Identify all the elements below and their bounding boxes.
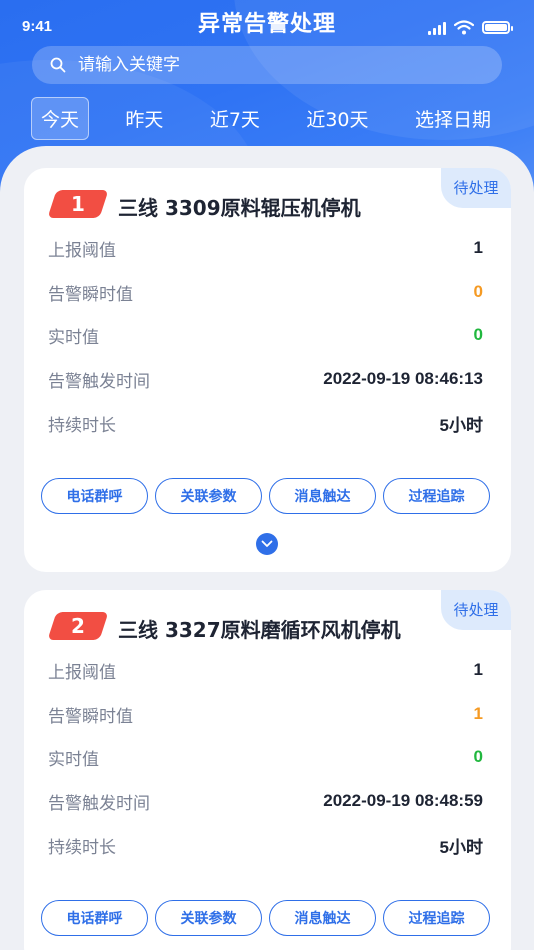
process-tracking-button[interactable]: 过程追踪 — [383, 478, 490, 514]
field-value: 1 — [473, 704, 483, 723]
field-label: 告警触发时间 — [48, 793, 150, 814]
field-row: 告警触发时间 2022-09-19 08:48:59 — [48, 789, 483, 814]
phone-group-call-button[interactable]: 电话群呼 — [41, 478, 148, 514]
search-bar[interactable] — [32, 46, 502, 84]
related-params-button[interactable]: 关联参数 — [155, 900, 262, 936]
alert-card[interactable]: 待处理 2 三线 3327原料磨循环风机停机 上报阈值 1 告警瞬时值 1 实时… — [24, 590, 511, 950]
field-row: 实时值 0 — [48, 745, 483, 770]
search-input[interactable] — [78, 55, 458, 75]
tab-last-30-days[interactable]: 近30天 — [296, 97, 378, 140]
tab-yesterday[interactable]: 昨天 — [115, 97, 173, 140]
alert-index: 2 — [71, 614, 85, 638]
alert-index: 1 — [71, 192, 85, 216]
field-label: 告警瞬时值 — [48, 706, 133, 727]
field-value: 1 — [473, 660, 483, 679]
expand-button[interactable] — [256, 533, 278, 555]
field-value: 5小时 — [439, 837, 483, 857]
chevron-down-icon — [261, 540, 273, 547]
field-value: 0 — [473, 282, 483, 301]
alert-index-badge: 2 — [47, 612, 109, 640]
field-label: 持续时长 — [48, 837, 116, 858]
action-buttons: 电话群呼 关联参数 消息触达 过程追踪 — [41, 478, 490, 514]
alert-title: 三线 3309原料辊压机停机 — [118, 196, 361, 220]
field-row: 上报阈值 1 — [48, 236, 483, 261]
field-value: 2022-09-19 08:48:59 — [323, 791, 483, 810]
status-badge: 待处理 — [441, 590, 511, 630]
process-tracking-button[interactable]: 过程追踪 — [383, 900, 490, 936]
field-label: 实时值 — [48, 749, 99, 770]
field-value: 5小时 — [439, 415, 483, 435]
field-value: 0 — [473, 747, 483, 766]
tab-select-date[interactable]: 选择日期 — [405, 97, 501, 140]
alert-card[interactable]: 待处理 1 三线 3309原料辊压机停机 上报阈值 1 告警瞬时值 0 实时值 … — [24, 168, 511, 572]
field-label: 告警瞬时值 — [48, 284, 133, 305]
phone-group-call-button[interactable]: 电话群呼 — [41, 900, 148, 936]
field-label: 上报阈值 — [48, 240, 116, 261]
message-reach-button[interactable]: 消息触达 — [269, 478, 376, 514]
field-value: 2022-09-19 08:46:13 — [323, 369, 483, 388]
action-buttons: 电话群呼 关联参数 消息触达 过程追踪 — [41, 900, 490, 936]
tab-last-7-days[interactable]: 近7天 — [200, 97, 270, 140]
field-label: 告警触发时间 — [48, 371, 150, 392]
field-value: 1 — [473, 238, 483, 257]
field-label: 持续时长 — [48, 415, 116, 436]
alert-title: 三线 3327原料磨循环风机停机 — [118, 618, 401, 642]
field-row: 上报阈值 1 — [48, 658, 483, 683]
field-row: 告警触发时间 2022-09-19 08:46:13 — [48, 367, 483, 392]
field-row: 持续时长 5小时 — [48, 411, 483, 436]
date-filter-tabs: 今天 昨天 近7天 近30天 选择日期 — [31, 96, 501, 140]
message-reach-button[interactable]: 消息触达 — [269, 900, 376, 936]
alert-index-badge: 1 — [47, 190, 109, 218]
tab-today[interactable]: 今天 — [31, 96, 90, 140]
field-row: 告警瞬时值 0 — [48, 280, 483, 305]
page-title: 异常告警处理 — [197, 12, 336, 37]
field-value: 0 — [473, 325, 483, 344]
status-badge: 待处理 — [441, 168, 511, 208]
search-icon — [50, 57, 66, 73]
field-row: 持续时长 5小时 — [48, 833, 483, 858]
field-row: 告警瞬时值 1 — [48, 702, 483, 727]
field-label: 上报阈值 — [48, 662, 116, 683]
field-row: 实时值 0 — [48, 323, 483, 348]
related-params-button[interactable]: 关联参数 — [155, 478, 262, 514]
field-label: 实时值 — [48, 327, 99, 348]
